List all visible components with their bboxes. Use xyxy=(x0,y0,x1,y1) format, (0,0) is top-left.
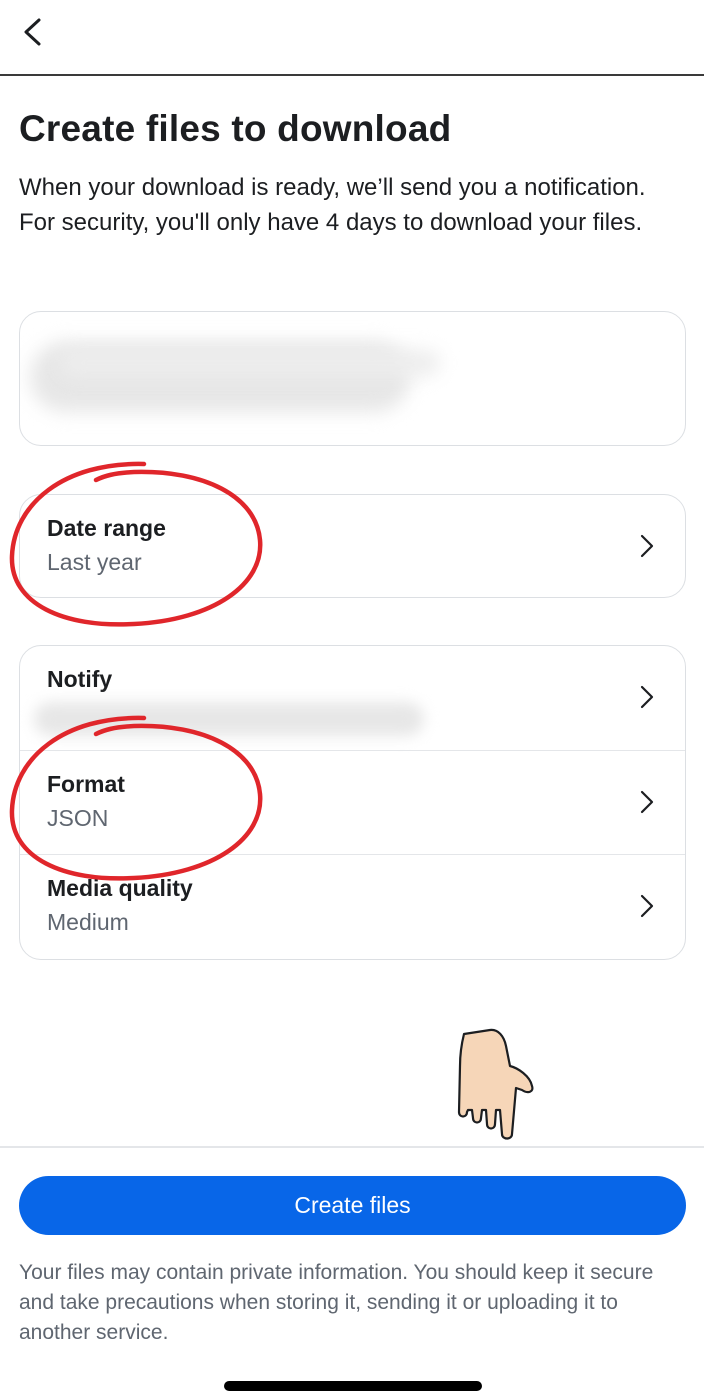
media-quality-row[interactable]: Media quality Medium xyxy=(20,854,685,959)
chevron-right-icon xyxy=(640,894,654,918)
format-row[interactable]: Format JSON xyxy=(20,750,685,855)
chevron-right-icon xyxy=(640,685,654,709)
account-card[interactable] xyxy=(19,311,686,446)
home-indicator xyxy=(224,1381,482,1391)
redacted-content xyxy=(60,350,440,376)
date-range-card[interactable]: Date range Last year xyxy=(19,494,686,598)
page-description: When your download is ready, we’ll send … xyxy=(19,174,646,236)
create-files-button[interactable]: Create files xyxy=(19,1176,686,1235)
page-title: Create files to download xyxy=(19,108,452,149)
chevron-right-icon xyxy=(640,534,654,558)
notify-label: Notify xyxy=(47,666,113,692)
format-value: JSON xyxy=(47,805,109,831)
media-quality-value: Medium xyxy=(47,909,129,935)
notify-row[interactable]: Notify xyxy=(20,646,685,750)
redacted-content xyxy=(34,702,424,736)
date-range-row[interactable]: Date range Last year xyxy=(20,495,685,597)
divider xyxy=(0,1146,704,1148)
privacy-note: Your files may contain private informati… xyxy=(19,1261,654,1344)
chevron-right-icon xyxy=(640,790,654,814)
chevron-left-icon[interactable] xyxy=(14,12,54,52)
settings-card: Notify Format JSON Media quality Medium xyxy=(19,645,686,960)
pointing-hand-icon xyxy=(457,1028,534,1140)
format-label: Format xyxy=(47,771,125,797)
date-range-label: Date range xyxy=(47,515,166,541)
media-quality-label: Media quality xyxy=(47,875,193,901)
top-bar xyxy=(0,0,704,76)
date-range-value: Last year xyxy=(47,549,142,575)
